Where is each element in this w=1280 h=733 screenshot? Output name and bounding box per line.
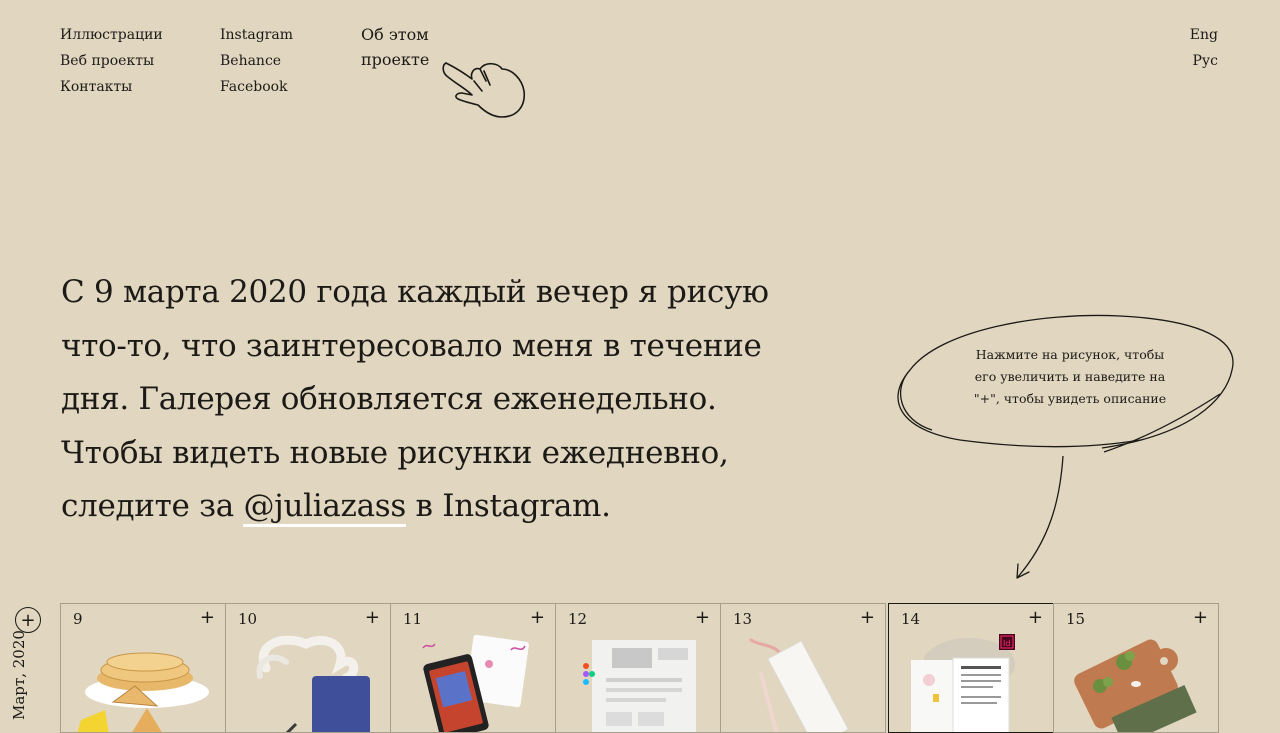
nav-about-project: Об этом проекте [361, 22, 429, 72]
gallery-day-number: 9 [73, 610, 83, 628]
nav-instagram-link[interactable]: Instagram [220, 22, 293, 48]
lang-eng-link[interactable]: Eng [1190, 22, 1218, 48]
gallery-day-number: 10 [238, 610, 258, 628]
nav-web-projects-link[interactable]: Веб проекты [60, 48, 163, 74]
hint-line: Нажмите на рисунок, чтобы [975, 347, 1165, 362]
card-plus-icon[interactable]: + [1028, 607, 1043, 628]
intro-text: С 9 марта 2020 года каждый вечер я рисую… [61, 266, 861, 534]
gallery-card-day-12[interactable]: 12 + [555, 603, 721, 733]
svg-text:Id: Id [1003, 639, 1010, 648]
instagram-handle-link[interactable]: @juliazass [243, 488, 406, 527]
language-switcher: Eng Рус [1190, 22, 1218, 74]
gallery-day-number: 12 [568, 610, 588, 628]
card-plus-icon[interactable]: + [1193, 607, 1208, 628]
gallery-card-day-15[interactable]: 15 + [1053, 603, 1219, 733]
nav-facebook-link[interactable]: Facebook [220, 74, 293, 100]
month-label: Март, 2020 [0, 630, 40, 720]
gallery-card-day-14[interactable]: Id 14 + [888, 603, 1054, 733]
nav-contacts-link[interactable]: Контакты [60, 74, 163, 100]
intro-line5-end: в Instagram. [405, 488, 611, 524]
hint-line: его увеличить и наведите на [974, 369, 1166, 384]
card-plus-icon[interactable]: + [365, 607, 380, 628]
month-label-text: Март, 2020 [10, 630, 28, 720]
nav-about-line2: проекте [361, 50, 430, 69]
gallery-card-day-11[interactable]: 11 + [390, 603, 556, 733]
card-plus-icon[interactable]: + [695, 607, 710, 628]
lang-rus-link[interactable]: Рус [1190, 48, 1219, 74]
nav-illustrations-link[interactable]: Иллюстрации [60, 22, 163, 48]
intro-line5-start: следите за [61, 488, 244, 524]
pointing-hand-icon [442, 62, 526, 118]
nav-column-social: Instagram Behance Facebook [220, 22, 293, 100]
nav-about-line1: Об этом [361, 25, 429, 44]
gallery-card-day-10[interactable]: 10 + [225, 603, 391, 733]
card-plus-icon[interactable]: + [860, 607, 875, 628]
card-plus-icon[interactable]: + [530, 607, 545, 628]
nav-column-main: Иллюстрации Веб проекты Контакты [60, 22, 163, 100]
card-plus-icon[interactable]: + [200, 607, 215, 628]
gallery-day-number: 15 [1066, 610, 1086, 628]
gallery-day-number: 11 [403, 610, 423, 628]
gallery-day-number: 13 [733, 610, 753, 628]
intro-line: С 9 марта 2020 года каждый вечер я рисую [61, 274, 769, 310]
intro-line: что-то, что заинтересовало меня в течени… [61, 327, 762, 364]
intro-line: Чтобы видеть новые рисунки ежедневно, [61, 434, 729, 471]
intro-line: дня. Галерея обновляется еженедельно. [61, 381, 717, 417]
intro-line: следите за @juliazass в Instagram. [61, 480, 861, 534]
hint-bubble-text: Нажмите на рисунок, чтобы его увеличить … [955, 344, 1185, 410]
gallery-card-day-9[interactable]: 9 + [60, 603, 226, 733]
nav-behance-link[interactable]: Behance [220, 48, 293, 74]
gallery-day-number: 14 [901, 610, 921, 628]
gallery-card-day-13[interactable]: 13 + [720, 603, 886, 733]
hint-line: "+", чтобы увидеть описание [973, 391, 1167, 406]
nav-about-link[interactable]: Об этом проекте [361, 22, 429, 72]
